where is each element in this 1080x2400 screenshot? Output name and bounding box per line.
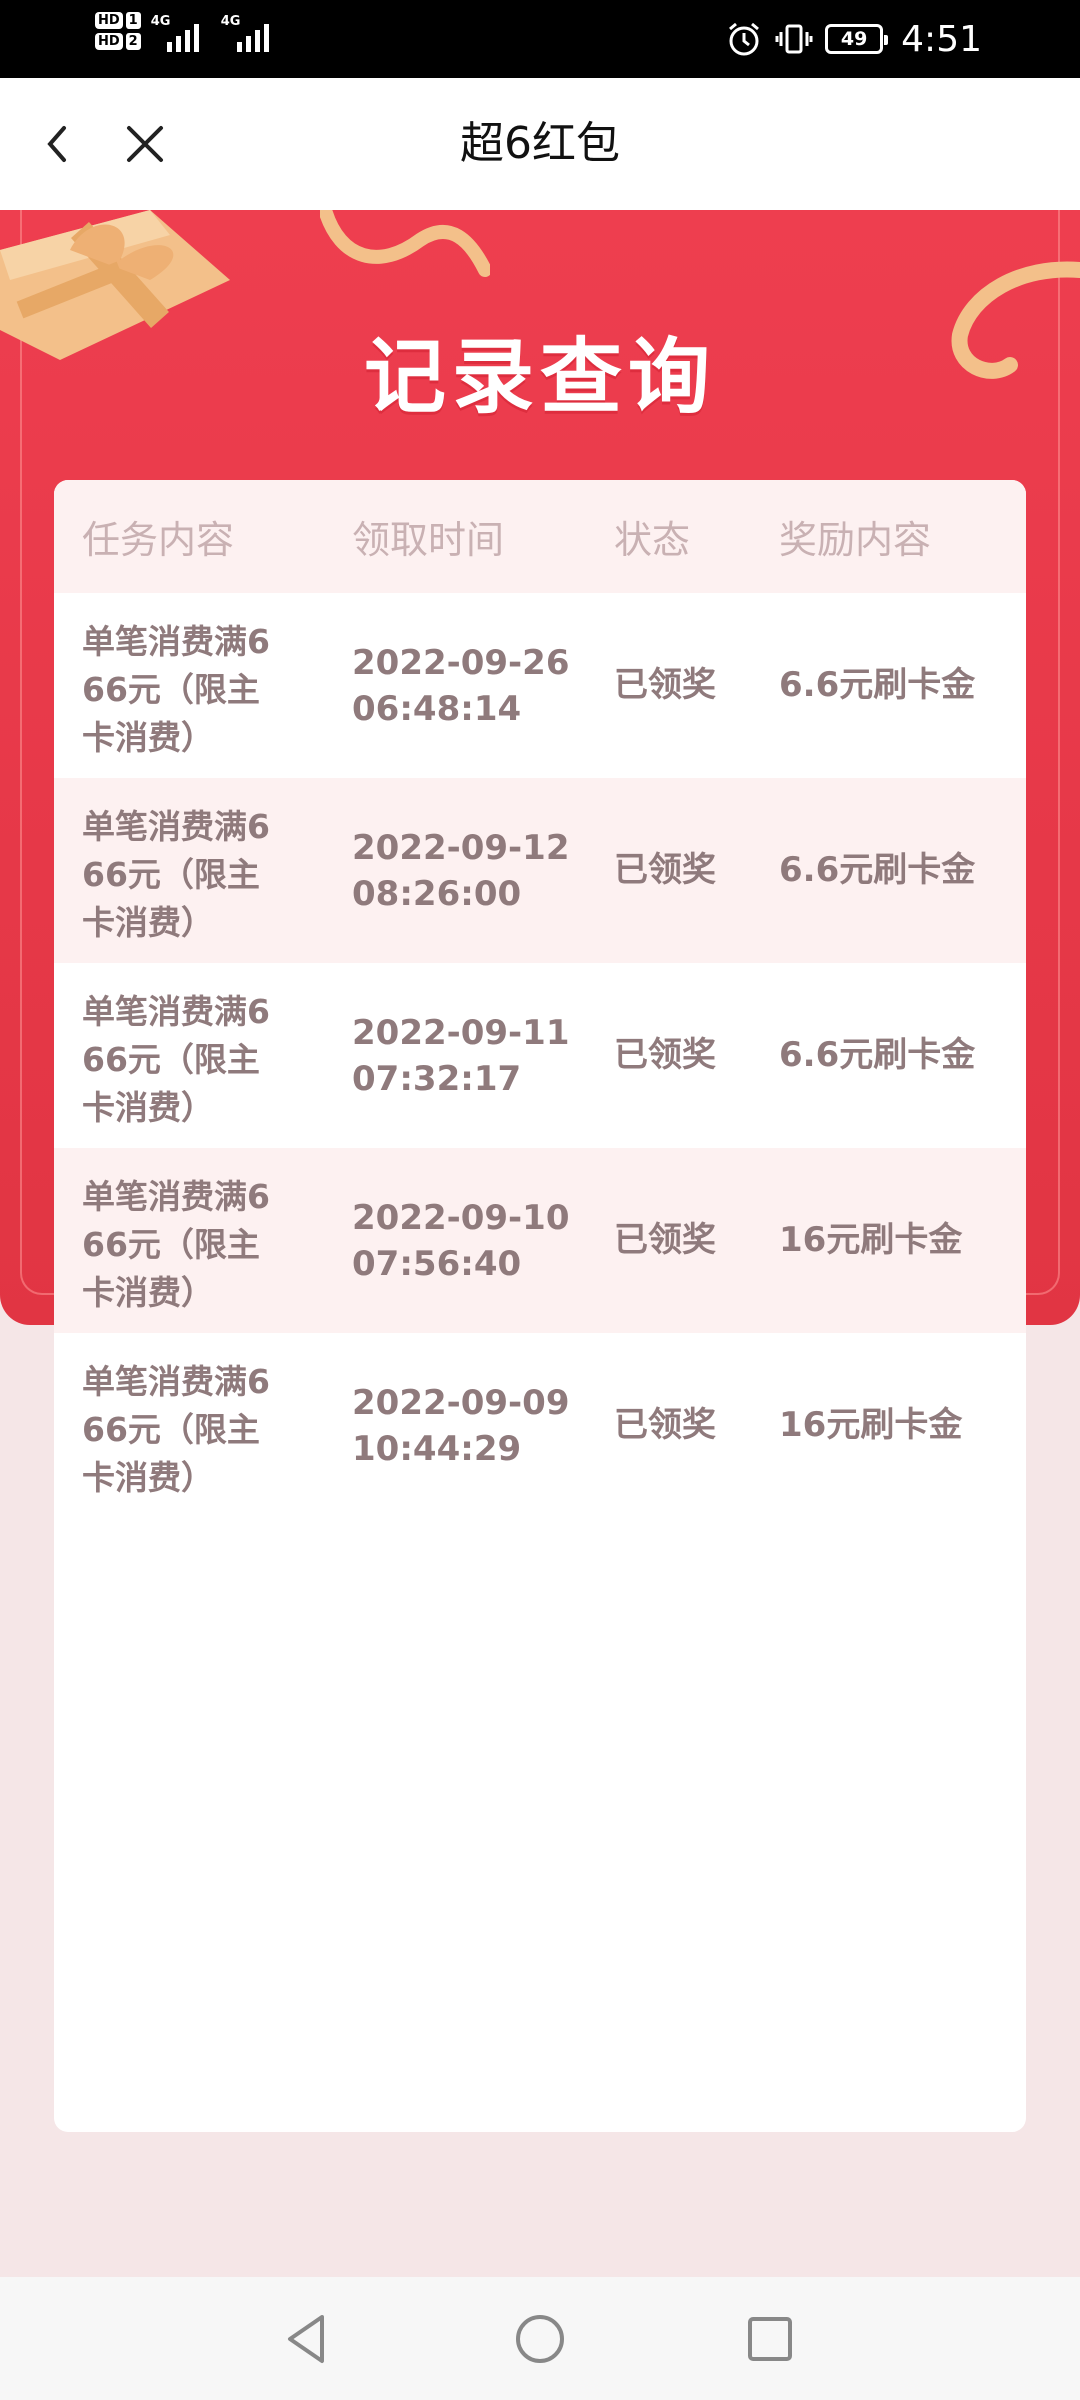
time-cell: 2022-09-10 07:56:40 [352,1195,569,1287]
task-cell: 单笔消费满666元（限主卡消费） [82,1362,270,1497]
sim2-hd-label: HD [95,33,123,50]
status-cell: 已领奖 [614,1220,716,1260]
reward-cell: 16元刷卡金 [779,1405,963,1445]
signal-bars-icon [236,24,269,52]
status-left: HD 1 HD 2 4G 4G [95,10,281,52]
clock-text: 10:44:29 [352,1429,522,1469]
app-screen: HD 1 HD 2 4G 4G 49 4:51 超6红包 记录查询 任务内容 领… [0,0,1080,2400]
table-header: 任务内容 领取时间 状态 奖励内容 [54,480,1026,593]
header-time: 领取时间 [352,518,505,562]
square-recent-icon[interactable] [738,2307,802,2371]
sim-indicators: HD 1 HD 2 [95,12,141,50]
alarm-icon [729,22,760,56]
date-text: 2022-09-11 [352,1013,570,1053]
signal-2: 4G [221,10,281,52]
system-nav-bar [0,2277,1080,2400]
status-cell: 已领奖 [614,850,716,890]
ribbon-decoration [320,210,490,277]
clock-text: 07:32:17 [352,1059,522,1099]
ribbon-decoration [951,261,1080,379]
status-cell: 已领奖 [614,1035,716,1075]
time-cell: 2022-09-26 06:48:14 [352,640,569,732]
battery-indicator: 49 [825,24,889,54]
reward-cell: 16元刷卡金 [779,1220,963,1260]
header-task: 任务内容 [82,518,235,562]
sim1-badge: HD 1 [95,12,141,29]
clock-text: 06:48:14 [352,689,522,729]
sim2-number: 2 [125,33,141,50]
time-cell: 2022-09-09 10:44:29 [352,1380,569,1472]
signal-1: 4G [151,10,211,52]
task-cell: 单笔消费满666元（限主卡消费） [82,807,270,942]
table-row: 单笔消费满666元（限主卡消费） 2022-09-10 07:56:40 已领奖… [54,1148,1026,1333]
table-row: 单笔消费满666元（限主卡消费） 2022-09-26 06:48:14 已领奖… [54,593,1026,778]
clock-text: 08:26:00 [352,874,522,914]
vibrate-icon [775,24,813,54]
reward-cell: 6.6元刷卡金 [779,850,976,890]
task-cell: 单笔消费满666元（限主卡消费） [82,992,270,1127]
header-reward: 奖励内容 [779,518,932,562]
clock-text: 07:56:40 [352,1244,522,1284]
date-text: 2022-09-12 [352,828,570,868]
title-bar: 超6红包 [0,78,1080,210]
date-text: 2022-09-09 [352,1383,570,1423]
status-bar: HD 1 HD 2 4G 4G 49 4:51 [0,0,1080,78]
clock: 4:51 [901,18,982,60]
sim2-badge: HD 2 [95,33,141,50]
table-row: 单笔消费满666元（限主卡消费） 2022-09-09 10:44:29 已领奖… [54,1333,1026,1518]
signal-bars-icon [166,24,199,52]
gift-box-icon [0,210,230,360]
triangle-back-icon[interactable] [276,2307,340,2371]
table-row: 单笔消费满666元（限主卡消费） 2022-09-12 08:26:00 已领奖… [54,778,1026,963]
records-table: 任务内容 领取时间 状态 奖励内容 单笔消费满666元（限主卡消费） 2022-… [54,480,1026,2132]
sim1-number: 1 [125,12,141,29]
circle-home-icon[interactable] [508,2307,572,2371]
reward-cell: 6.6元刷卡金 [779,1035,976,1075]
sim1-hd-label: HD [95,12,123,29]
date-text: 2022-09-26 [352,643,570,683]
task-cell: 单笔消费满666元（限主卡消费） [82,1177,270,1312]
time-cell: 2022-09-12 08:26:00 [352,825,569,917]
status-cell: 已领奖 [614,1405,716,1445]
time-cell: 2022-09-11 07:32:17 [352,1010,569,1102]
status-cell: 已领奖 [614,665,716,705]
reward-cell: 6.6元刷卡金 [779,665,976,705]
page-title: 超6红包 [460,118,620,169]
table-row: 单笔消费满666元（限主卡消费） 2022-09-11 07:32:17 已领奖… [54,963,1026,1148]
header-status: 状态 [614,518,691,562]
date-text: 2022-09-10 [352,1198,570,1238]
status-right: 49 4:51 [725,0,982,78]
task-cell: 单笔消费满666元（限主卡消费） [82,622,270,757]
